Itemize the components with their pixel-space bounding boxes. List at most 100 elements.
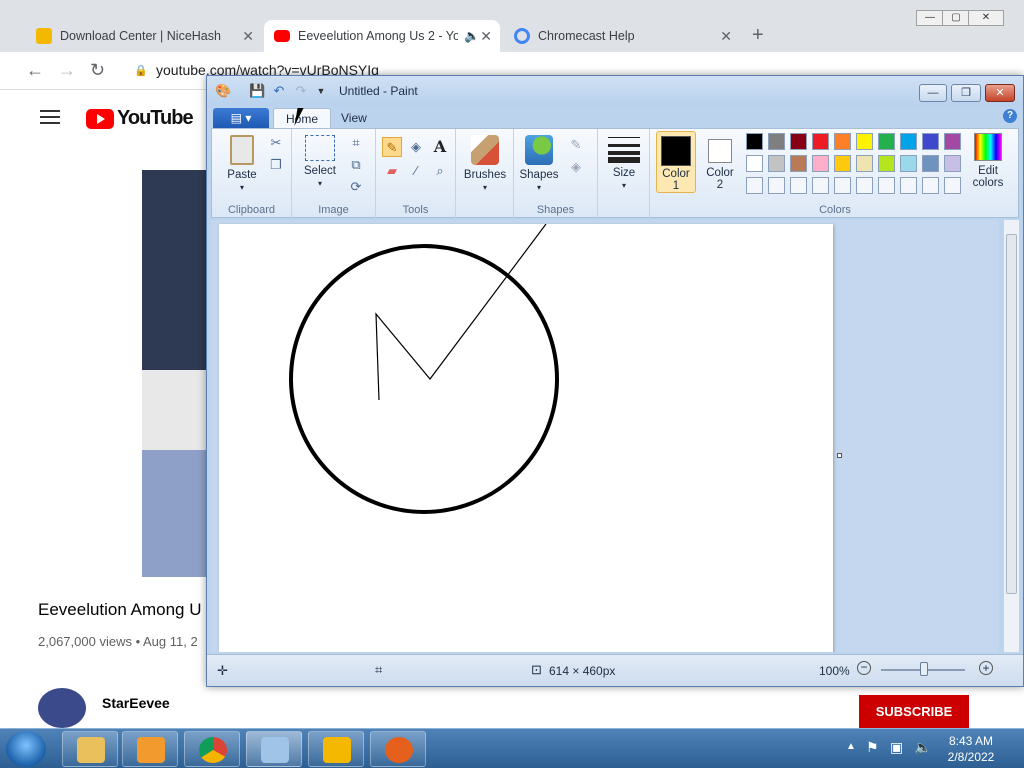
palette-swatch[interactable] bbox=[768, 177, 785, 194]
palette-swatch[interactable] bbox=[812, 155, 829, 172]
palette-swatch[interactable] bbox=[922, 133, 939, 150]
paint-maximize-button[interactable]: ❐ bbox=[951, 84, 981, 102]
back-icon[interactable]: ← bbox=[26, 60, 44, 81]
scrollbar-thumb[interactable] bbox=[1006, 234, 1017, 594]
palette-swatch[interactable] bbox=[790, 177, 807, 194]
copy-icon[interactable]: ❐ bbox=[266, 155, 286, 175]
palette-swatch[interactable] bbox=[922, 177, 939, 194]
new-tab-button[interactable]: + bbox=[752, 24, 764, 47]
channel-avatar[interactable] bbox=[38, 688, 86, 728]
palette-swatch[interactable] bbox=[944, 155, 961, 172]
eraser-icon[interactable]: ▰ bbox=[382, 161, 402, 181]
help-icon[interactable]: ? bbox=[1003, 109, 1017, 123]
taskbar-explorer[interactable] bbox=[62, 731, 118, 767]
outline-icon[interactable]: ✎ bbox=[566, 135, 586, 155]
tab-view[interactable]: View bbox=[329, 108, 379, 128]
start-button[interactable] bbox=[6, 731, 46, 767]
save-icon[interactable]: 💾 bbox=[249, 83, 265, 99]
paste-button[interactable]: Paste ▾ bbox=[220, 135, 264, 193]
tab-nicehash[interactable]: Download Center | NiceHash ✕ bbox=[26, 20, 262, 52]
palette-swatch[interactable] bbox=[878, 133, 895, 150]
palette-swatch[interactable] bbox=[856, 177, 873, 194]
palette-swatch[interactable] bbox=[900, 133, 917, 150]
taskbar-paint[interactable] bbox=[246, 731, 302, 767]
customize-toolbar-icon[interactable]: ▼ bbox=[313, 83, 329, 99]
palette-swatch[interactable] bbox=[944, 177, 961, 194]
canvas-resize-handle[interactable] bbox=[837, 453, 842, 458]
text-icon[interactable]: A bbox=[430, 137, 450, 157]
color1-button[interactable]: Color 1 bbox=[656, 131, 696, 193]
select-button[interactable]: Select ▾ bbox=[298, 135, 342, 189]
channel-name[interactable]: StarEevee bbox=[102, 695, 170, 711]
volume-icon[interactable]: 🔈 bbox=[914, 739, 931, 756]
palette-swatch[interactable] bbox=[878, 155, 895, 172]
close-button[interactable]: ✕ bbox=[968, 10, 1004, 26]
rotate-icon[interactable]: ⟳ bbox=[346, 177, 366, 197]
palette-swatch[interactable] bbox=[790, 155, 807, 172]
palette-swatch[interactable] bbox=[812, 177, 829, 194]
network-icon[interactable]: ▣ bbox=[890, 739, 903, 756]
pencil-icon[interactable]: ✎ bbox=[382, 137, 402, 157]
taskbar-xr[interactable] bbox=[370, 731, 426, 767]
palette-swatch[interactable] bbox=[746, 133, 763, 150]
palette-swatch[interactable] bbox=[922, 155, 939, 172]
zoom-out-icon[interactable]: − bbox=[857, 661, 871, 675]
tab-chromecast[interactable]: Chromecast Help ✕ bbox=[504, 20, 740, 52]
shapes-button[interactable]: Shapes ▾ bbox=[518, 135, 560, 193]
maximize-button[interactable]: ▢ bbox=[942, 10, 970, 26]
palette-swatch[interactable] bbox=[834, 177, 851, 194]
redo-icon[interactable]: ↷ bbox=[293, 83, 309, 99]
undo-icon[interactable]: ↶ bbox=[271, 83, 287, 99]
palette-swatch[interactable] bbox=[856, 133, 873, 150]
palette-swatch[interactable] bbox=[856, 155, 873, 172]
zoom-slider-thumb[interactable] bbox=[920, 662, 928, 676]
palette-swatch[interactable] bbox=[834, 133, 851, 150]
youtube-logo[interactable]: YouTube bbox=[86, 107, 194, 130]
taskbar-nicehash[interactable] bbox=[308, 731, 364, 767]
brushes-button[interactable]: Brushes ▾ bbox=[462, 135, 508, 193]
fill-icon[interactable]: ◈ bbox=[406, 137, 426, 157]
size-button[interactable]: Size ▾ bbox=[604, 137, 644, 191]
color-picker-icon[interactable]: ⁄ bbox=[406, 161, 426, 181]
close-tab-icon[interactable]: ✕ bbox=[720, 28, 732, 45]
palette-swatch[interactable] bbox=[790, 133, 807, 150]
speaker-icon[interactable]: 🔈 bbox=[464, 29, 480, 44]
palette-swatch[interactable] bbox=[878, 177, 895, 194]
tab-youtube[interactable]: Eeveelution Among Us 2 - Yo 🔈 ✕ bbox=[264, 20, 500, 52]
palette-swatch[interactable] bbox=[900, 155, 917, 172]
vertical-scrollbar[interactable] bbox=[1003, 220, 1019, 652]
magnifier-icon[interactable]: ⌕ bbox=[430, 161, 450, 181]
subscribe-button[interactable]: SUBSCRIBE bbox=[859, 695, 969, 728]
paint-close-button[interactable]: ✕ bbox=[985, 84, 1015, 102]
paint-menu-button[interactable]: ▤ ▾ bbox=[213, 108, 269, 128]
resize-icon[interactable]: ⧉ bbox=[346, 155, 366, 175]
color2-button[interactable]: Color 2 bbox=[700, 131, 740, 193]
forward-icon[interactable]: → bbox=[58, 60, 76, 81]
palette-swatch[interactable] bbox=[834, 155, 851, 172]
palette-swatch[interactable] bbox=[768, 133, 785, 150]
close-tab-icon[interactable]: ✕ bbox=[480, 28, 492, 45]
palette-swatch[interactable] bbox=[812, 133, 829, 150]
minimize-button[interactable]: — bbox=[916, 10, 944, 26]
close-tab-icon[interactable]: ✕ bbox=[242, 28, 254, 45]
menu-icon[interactable] bbox=[40, 110, 60, 124]
palette-swatch[interactable] bbox=[768, 155, 785, 172]
cut-icon[interactable]: ✂ bbox=[266, 133, 286, 153]
reload-icon[interactable]: ↻ bbox=[90, 60, 105, 81]
palette-swatch[interactable] bbox=[944, 133, 961, 150]
action-center-icon[interactable]: ⚑ bbox=[866, 739, 879, 756]
edit-colors-button[interactable]: Edit colors bbox=[966, 133, 1010, 189]
show-hidden-icons-icon[interactable]: ▲ bbox=[846, 741, 856, 752]
taskbar-chrome[interactable] bbox=[184, 731, 240, 767]
drawing-canvas[interactable] bbox=[219, 223, 833, 652]
zoom-in-icon[interactable]: + bbox=[979, 661, 993, 675]
palette-swatch[interactable] bbox=[746, 155, 763, 172]
palette-swatch[interactable] bbox=[746, 177, 763, 194]
fill-shape-icon[interactable]: ◈ bbox=[566, 157, 586, 177]
system-clock[interactable]: 8:43 AM 2/8/2022 bbox=[938, 733, 1004, 765]
crop-icon[interactable]: ⌗ bbox=[346, 133, 366, 153]
taskbar-media-player[interactable] bbox=[122, 731, 178, 767]
paint-minimize-button[interactable]: — bbox=[919, 84, 947, 102]
palette-swatch[interactable] bbox=[900, 177, 917, 194]
video-player[interactable] bbox=[142, 170, 206, 577]
